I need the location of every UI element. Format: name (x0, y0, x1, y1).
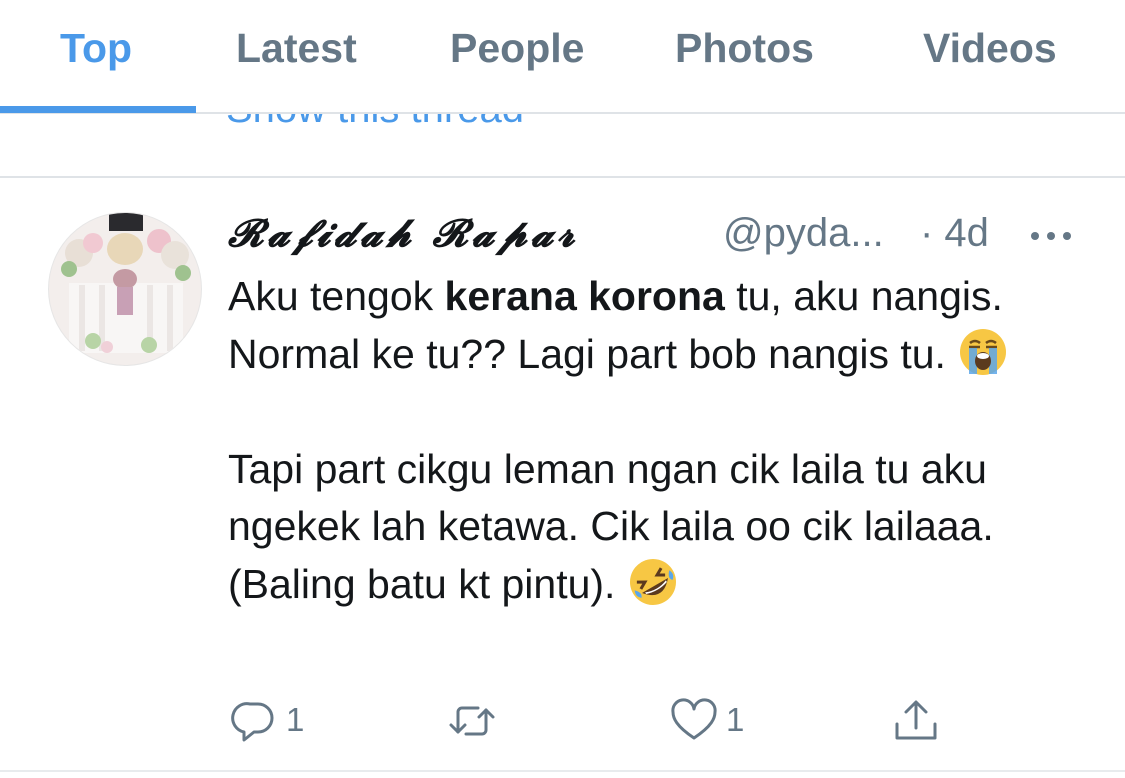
tweet-actions: 1 1 (0, 688, 1125, 748)
tweet-timestamp[interactable]: · 4d (920, 208, 989, 258)
heart-icon (671, 698, 717, 740)
tab-latest[interactable]: Latest (236, 22, 357, 78)
display-name[interactable]: 𝓡𝓪𝓯𝓲𝓭𝓪𝓱 𝓡𝓪𝓹𝓪𝓻 (228, 208, 579, 258)
show-thread-link[interactable]: Show this thread (226, 114, 524, 134)
tweet-header: 𝓡𝓪𝓯𝓲𝓭𝓪𝓱 𝓡𝓪𝓹𝓪𝓻 @pyda... · 4d (228, 208, 1088, 258)
previous-tweet-footer: Show this thread (0, 114, 1125, 176)
tab-top[interactable]: Top (60, 22, 132, 78)
more-horizontal-icon[interactable] (1028, 214, 1074, 254)
reply-button[interactable]: 1 (230, 698, 310, 744)
tweet-text-p1-start: Aku tengok (228, 273, 445, 319)
reply-icon (231, 702, 274, 742)
bottom-divider (0, 770, 1125, 772)
tweet[interactable]: 𝓡𝓪𝓯𝓲𝓭𝓪𝓱 𝓡𝓪𝓹𝓪𝓻 @pyda... · 4d Aku tengok k… (0, 178, 1125, 768)
retweet-icon (449, 706, 495, 736)
loudly-crying-face-icon (960, 328, 1007, 375)
search-tab-bar: Top Latest People Photos Videos (0, 0, 1125, 114)
reply-count: 1 (286, 701, 305, 738)
avatar[interactable] (48, 212, 202, 366)
like-count: 1 (726, 701, 745, 738)
tweet-text: Aku tengok kerana korona tu, aku nangis.… (228, 268, 1078, 613)
rolling-laughing-face-icon (629, 558, 676, 605)
like-button[interactable]: 1 (670, 698, 750, 744)
user-handle[interactable]: @pyda... (723, 208, 884, 258)
tab-photos[interactable]: Photos (675, 22, 814, 78)
tab-people[interactable]: People (450, 22, 584, 78)
tweet-text-p2: Tapi part cikgu leman ngan cik laila tu … (228, 445, 994, 607)
tweet-text-bold: kerana korona (444, 273, 725, 319)
retweet-button[interactable] (448, 698, 508, 744)
avatar-image (49, 213, 201, 365)
tab-videos[interactable]: Videos (923, 22, 1057, 78)
share-icon (895, 700, 937, 740)
active-tab-indicator (0, 106, 196, 113)
share-button[interactable] (892, 698, 942, 744)
